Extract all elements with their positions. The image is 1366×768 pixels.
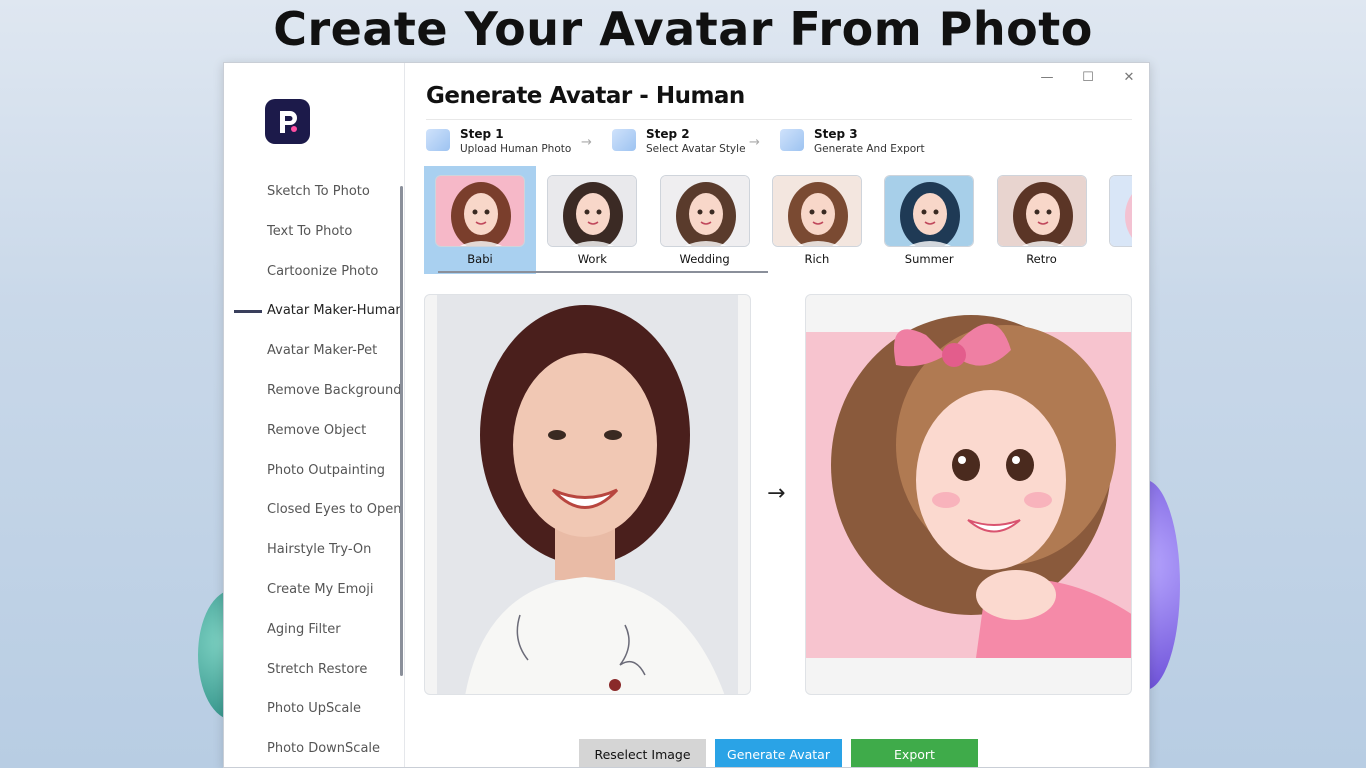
app-logo — [265, 99, 310, 144]
style-thumbnail — [884, 175, 975, 247]
arrow-right-icon: → — [767, 481, 786, 506]
sidebar-item-remove-background[interactable]: Remove Background — [224, 378, 402, 404]
sidebar-item-cartoonize-photo[interactable]: Cartoonize Photo — [224, 259, 402, 285]
step-title: Step 1 — [460, 127, 504, 141]
sidebar-item-photo-downscale[interactable]: Photo DownScale — [224, 736, 402, 762]
sidebar-item-stretch-restore[interactable]: Stretch Restore — [224, 657, 402, 683]
step-export: Step 3 Generate And Export — [780, 127, 940, 159]
style-thumbnail — [1108, 175, 1132, 247]
step-arrow-icon: → — [581, 135, 592, 150]
reselect-image-button[interactable]: Reselect Image — [579, 739, 706, 767]
style-label: Work — [577, 252, 607, 266]
style-label: Babi — [467, 252, 493, 266]
style-card-work[interactable]: Work — [536, 166, 648, 274]
page-headline: Create Your Avatar From Photo — [273, 2, 1093, 56]
sidebar-item-label: Avatar Maker-Human — [267, 303, 404, 319]
style-thumbnail — [547, 175, 638, 247]
sidebar-item-create-my-emoji[interactable]: Create My Emoji — [224, 577, 402, 603]
upload-photo-icon — [426, 129, 450, 151]
style-card-retro[interactable]: Retro — [986, 166, 1098, 274]
style-label: Rich — [804, 252, 830, 266]
sidebar-item-label: Photo DownScale — [267, 741, 381, 757]
sidebar-item-photo-outpainting[interactable]: Photo Outpainting — [224, 458, 402, 484]
step-subtitle: Upload Human Photo — [460, 143, 572, 155]
sidebar-item-label: Text To Photo — [267, 223, 353, 239]
page-title: Generate Avatar - Human — [426, 83, 745, 109]
source-photo-panel[interactable] — [424, 294, 751, 695]
style-card-babi[interactable]: Babi — [424, 166, 536, 274]
style-label: Retro — [1026, 252, 1057, 266]
style-thumbnail — [771, 175, 862, 247]
minimize-button[interactable]: — — [1036, 69, 1058, 87]
sidebar-item-label: Avatar Maker-Pet — [267, 343, 378, 359]
generated-avatar — [806, 315, 1131, 658]
sidebar-item-label: Cartoonize Photo — [267, 263, 379, 279]
sidebar-item-label: Remove Background — [267, 383, 402, 398]
sidebar-item-text-to-photo[interactable]: Text To Photo — [224, 219, 402, 245]
sidebar: Sketch To Photo Text To Photo Cartoonize P… — [224, 63, 405, 767]
select-style-icon — [612, 129, 636, 151]
sidebar-item-remove-object[interactable]: Remove Object — [224, 418, 402, 444]
app-logo-icon — [279, 110, 297, 133]
sidebar-item-label: Closed Eyes to Open — [267, 502, 402, 518]
sidebar-item-photo-upscale[interactable]: Photo UpScale — [224, 696, 402, 722]
step-title: Step 3 — [814, 127, 858, 141]
sidebar-item-closed-eyes-to-open[interactable]: Closed Eyes to Open — [224, 497, 402, 523]
sidebar-item-avatar-maker-pet[interactable]: Avatar Maker-Pet — [224, 338, 402, 364]
source-photo — [437, 295, 738, 694]
step-style: Step 2 Select Avatar Style — [612, 127, 762, 159]
maximize-button[interactable]: ☐ — [1077, 69, 1099, 87]
sidebar-item-label: Photo UpScale — [267, 701, 361, 717]
sidebar-item-label: Hairstyle Try-On — [267, 542, 372, 558]
sidebar-item-avatar-maker-human[interactable]: Avatar Maker-Human — [224, 298, 404, 324]
app-window: Sketch To Photo Text To Photo Cartoonize P… — [223, 62, 1150, 768]
sidebar-scrollbar[interactable] — [400, 186, 403, 676]
export-button[interactable]: Export — [851, 739, 978, 767]
step-subtitle: Generate And Export — [814, 143, 925, 155]
style-card-wedding[interactable]: Wedding — [649, 166, 761, 274]
step-subtitle: Select Avatar Style — [646, 143, 746, 155]
style-card-summer[interactable]: Summer — [873, 166, 985, 274]
style-card-more[interactable] — [1098, 166, 1132, 274]
sidebar-item-sketch-to-photo[interactable]: Sketch To Photo — [224, 179, 402, 205]
sidebar-item-label: Create My Emoji — [267, 582, 374, 597]
sidebar-item-label: Stretch Restore — [267, 661, 368, 677]
style-card-rich[interactable]: Rich — [761, 166, 873, 274]
sidebar-item-aging-filter[interactable]: Aging Filter — [224, 617, 402, 643]
style-thumbnail — [435, 175, 525, 247]
close-button[interactable]: ✕ — [1118, 69, 1140, 87]
style-thumbnail — [659, 175, 750, 247]
style-thumbnail — [996, 175, 1087, 247]
step-title: Step 2 — [646, 127, 690, 141]
active-nav-indicator — [234, 310, 262, 314]
style-label: Wedding — [679, 252, 730, 266]
styles-scroll-indicator — [438, 271, 768, 273]
avatar-style-strip: Babi Work Wedding Rich Summer Retro — [424, 166, 1132, 276]
sidebar-item-label: Remove Object — [267, 422, 367, 438]
sidebar-item-hairstyle-try-on[interactable]: Hairstyle Try-On — [224, 537, 402, 563]
sidebar-item-label: Photo Outpainting — [267, 462, 386, 478]
sidebar-item-label: Sketch To Photo — [267, 184, 370, 199]
sidebar-item-label: Aging Filter — [267, 621, 341, 637]
generate-avatar-button[interactable]: Generate Avatar — [715, 739, 842, 767]
result-avatar-panel[interactable] — [805, 294, 1132, 695]
title-divider — [426, 119, 1132, 120]
step-arrow-icon: → — [749, 135, 760, 150]
step-upload: Step 1 Upload Human Photo — [426, 127, 586, 159]
generate-export-icon — [780, 129, 804, 151]
style-label: Summer — [904, 252, 954, 266]
